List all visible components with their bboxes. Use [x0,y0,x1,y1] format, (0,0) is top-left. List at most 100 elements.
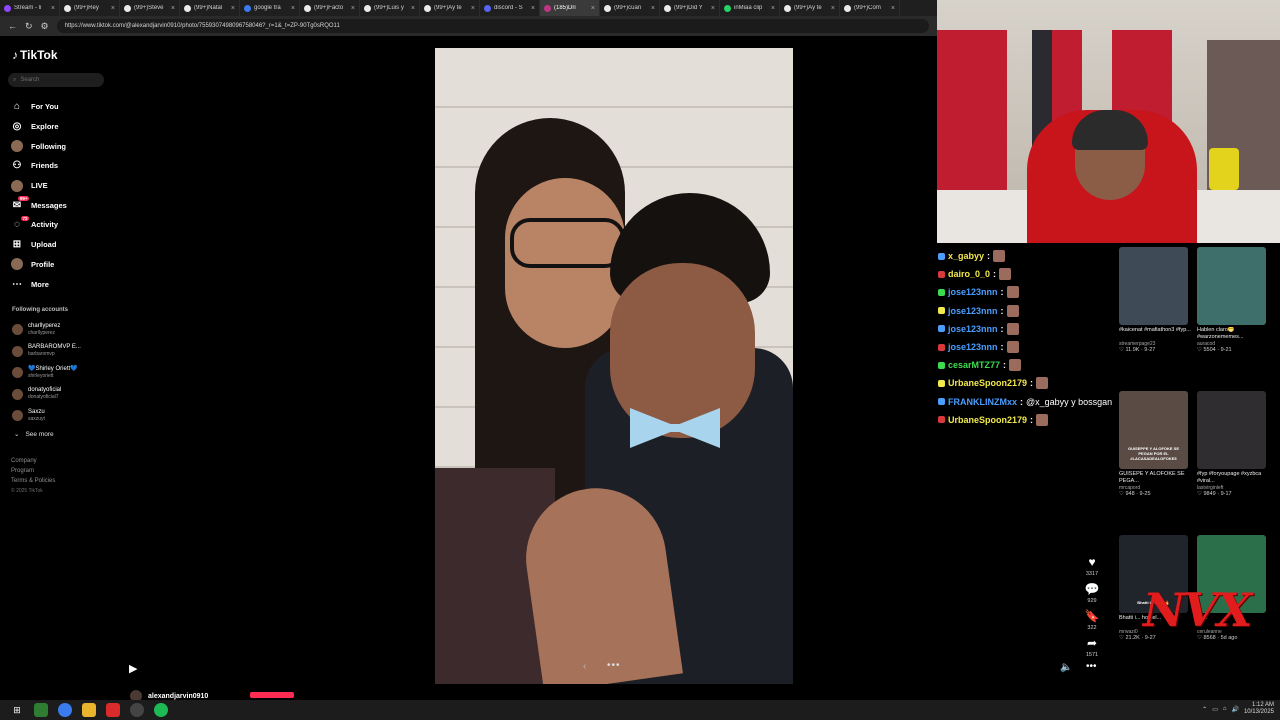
url-input[interactable]: https://www.tiktok.com/@alexandjarvin091… [56,19,929,33]
more-options-icon[interactable]: ••• [1086,661,1097,672]
sidebar-item-for-you[interactable]: ⌂ For You [11,97,116,117]
browser-tab[interactable]: (99+)Ay te × [780,0,840,16]
volume-icon[interactable]: 🔈 [1060,662,1072,673]
close-icon[interactable]: × [651,5,655,12]
windows-start-icon[interactable]: ⊞ [10,703,24,717]
browser-tab[interactable]: (99+)Rey × [60,0,120,16]
like-icon[interactable]: ♥ [1088,556,1095,568]
volume-icon[interactable]: 🔊 [1231,706,1238,713]
browser-tab[interactable]: (99+)Com × [840,0,900,16]
close-icon[interactable]: × [771,5,775,12]
browser-tab[interactable]: (99+)Steve × [120,0,180,16]
sidebar-item-activity[interactable]: ◌ 72 Activity [11,215,116,235]
close-icon[interactable]: × [291,5,295,12]
following-account[interactable]: 💙Shirley Oriett💙 shirleyoriett [12,362,117,384]
browser-tab[interactable]: google tra × [240,0,300,16]
reload-icon[interactable]: ↻ [25,21,33,32]
close-icon[interactable]: × [471,5,475,12]
folder-icon[interactable] [82,703,96,717]
sidebar-item-upload[interactable]: ⊞ Upload [11,235,116,255]
footer-link-terms[interactable]: Terms & Policies [11,478,55,484]
browser-tab[interactable]: (99+)Ay te × [420,0,480,16]
close-icon[interactable]: × [111,5,115,12]
close-icon[interactable]: × [171,5,175,12]
usb-icon[interactable]: ▭ [1212,706,1218,713]
sidebar-item-live[interactable]: LIVE [11,176,116,196]
chat-username[interactable]: dairo_0_0 [948,269,990,279]
video-stats: ♡ 948 · 9-25 [1119,491,1151,497]
close-icon[interactable]: × [711,5,715,12]
app-icon[interactable] [34,703,48,717]
sidebar-item-messages[interactable]: ✉ 99+ Messages [11,195,116,215]
network-icon[interactable]: ⌂ [1223,706,1227,712]
close-icon[interactable]: × [231,5,235,12]
chrome-icon[interactable] [58,703,72,717]
browser-tab[interactable]: (99+)Facto × [300,0,360,16]
follow-button[interactable] [250,692,294,698]
sidebar-item-friends[interactable]: ⚇ Friends [11,156,116,176]
close-icon[interactable]: × [531,5,535,12]
sidebar-item-following[interactable]: Following [11,136,116,156]
video-title: GUISEPE Y ALOFOKE SE PEGA... [1119,471,1185,484]
chat-username[interactable]: jose123nnn [948,306,998,316]
browser-tab[interactable]: (185)Dri × [540,0,600,16]
site-info-icon[interactable]: ⚙ [41,21,49,32]
close-icon[interactable]: × [831,5,835,12]
video-thumbnail[interactable]: GUISEPPE Y ALOFOKE SE PEGAN POR EL #LACA… [1119,391,1188,469]
chat-username[interactable]: jose123nnn [948,287,998,297]
video-card[interactable]: GUISEPPE Y ALOFOKE SE PEGAN POR EL #LACA… [1119,391,1191,498]
footer-link-program[interactable]: Program [11,468,55,474]
following-account[interactable]: BARBAROMVP E... barbaromvp [12,341,117,363]
tiktok-logo[interactable]: ♪ TikTok [12,48,58,62]
chat-username[interactable]: FRANKLINZMxx [948,397,1017,407]
chat-username[interactable]: jose123nnn [948,324,998,334]
chevron-up-icon[interactable]: ⌃ [1202,706,1207,713]
sidebar-item-more[interactable]: ⋯ More [11,274,116,294]
following-account[interactable]: charllyperez charllyperez [12,319,117,341]
footer-link-company[interactable]: Company [11,458,55,464]
browser-tab[interactable]: (99+)Luis y × [360,0,420,16]
chat-username[interactable]: jose123nnn [948,342,998,352]
chat-message: jose123nnn: [938,338,1118,356]
video-thumbnail[interactable] [1197,247,1266,325]
post-photo[interactable] [435,48,793,684]
video-card[interactable]: #fyp #foryoupage #xyzbca #viral... lastvi… [1197,391,1269,498]
browser-tab[interactable]: discord - S × [480,0,540,16]
browser-tab[interactable]: (99+)Did Y × [660,0,720,16]
video-card[interactable]: #kaicenat #mafiathon3 #fyp... streamerpag… [1119,247,1191,354]
browser-tab[interactable]: inMiaa clip × [720,0,780,16]
close-icon[interactable]: × [411,5,415,12]
browser-tab[interactable]: (99+)Natal × [180,0,240,16]
video-card[interactable]: Hablen claro😁 #warzonememes... auracod ♡ 5… [1197,247,1269,354]
spotify-icon[interactable] [154,703,168,717]
clock[interactable]: 1:12 AM 10/13/2025 [1244,702,1274,716]
following-account[interactable]: Saxzu saxzuyt [12,405,117,427]
close-icon[interactable]: × [591,5,595,12]
chat-username[interactable]: cesarMTZ77 [948,360,1000,370]
back-icon[interactable]: ← [8,21,17,31]
close-icon[interactable]: × [51,5,55,12]
share-icon[interactable]: ➦ [1087,637,1097,649]
browser-tab[interactable]: (99+)cuan × [600,0,660,16]
chat-username[interactable]: UrbaneSpoon2179 [948,378,1027,388]
close-icon[interactable]: × [351,5,355,12]
video-thumbnail[interactable] [1119,247,1188,325]
bookmark-icon[interactable]: 🔖 [1085,610,1100,622]
sidebar-item-profile[interactable]: Profile [11,255,116,275]
following-account[interactable]: donatyoficial donatyoficial7 [12,384,117,406]
search-input[interactable]: ⌕ Search [8,73,104,87]
sidebar-item-explore[interactable]: ◎ Explore [11,117,116,137]
obs-icon[interactable] [130,703,144,717]
browser-tab[interactable]: Stream - li × [0,0,60,16]
video-thumbnail[interactable] [1197,391,1266,469]
carousel-prev-icon[interactable]: ‹ [583,661,586,672]
app-icon[interactable] [106,703,120,717]
copyright: © 2025 TikTok [11,488,43,494]
see-more-button[interactable]: ⌄ See more [14,430,54,439]
comment-icon[interactable]: 💬 [1085,583,1100,595]
chat-username[interactable]: UrbaneSpoon2179 [948,415,1027,425]
chat-badge-icon [938,270,945,278]
play-icon[interactable]: ▶ [129,662,137,675]
chat-username[interactable]: x_gabyy [948,251,984,261]
close-icon[interactable]: × [891,5,895,12]
